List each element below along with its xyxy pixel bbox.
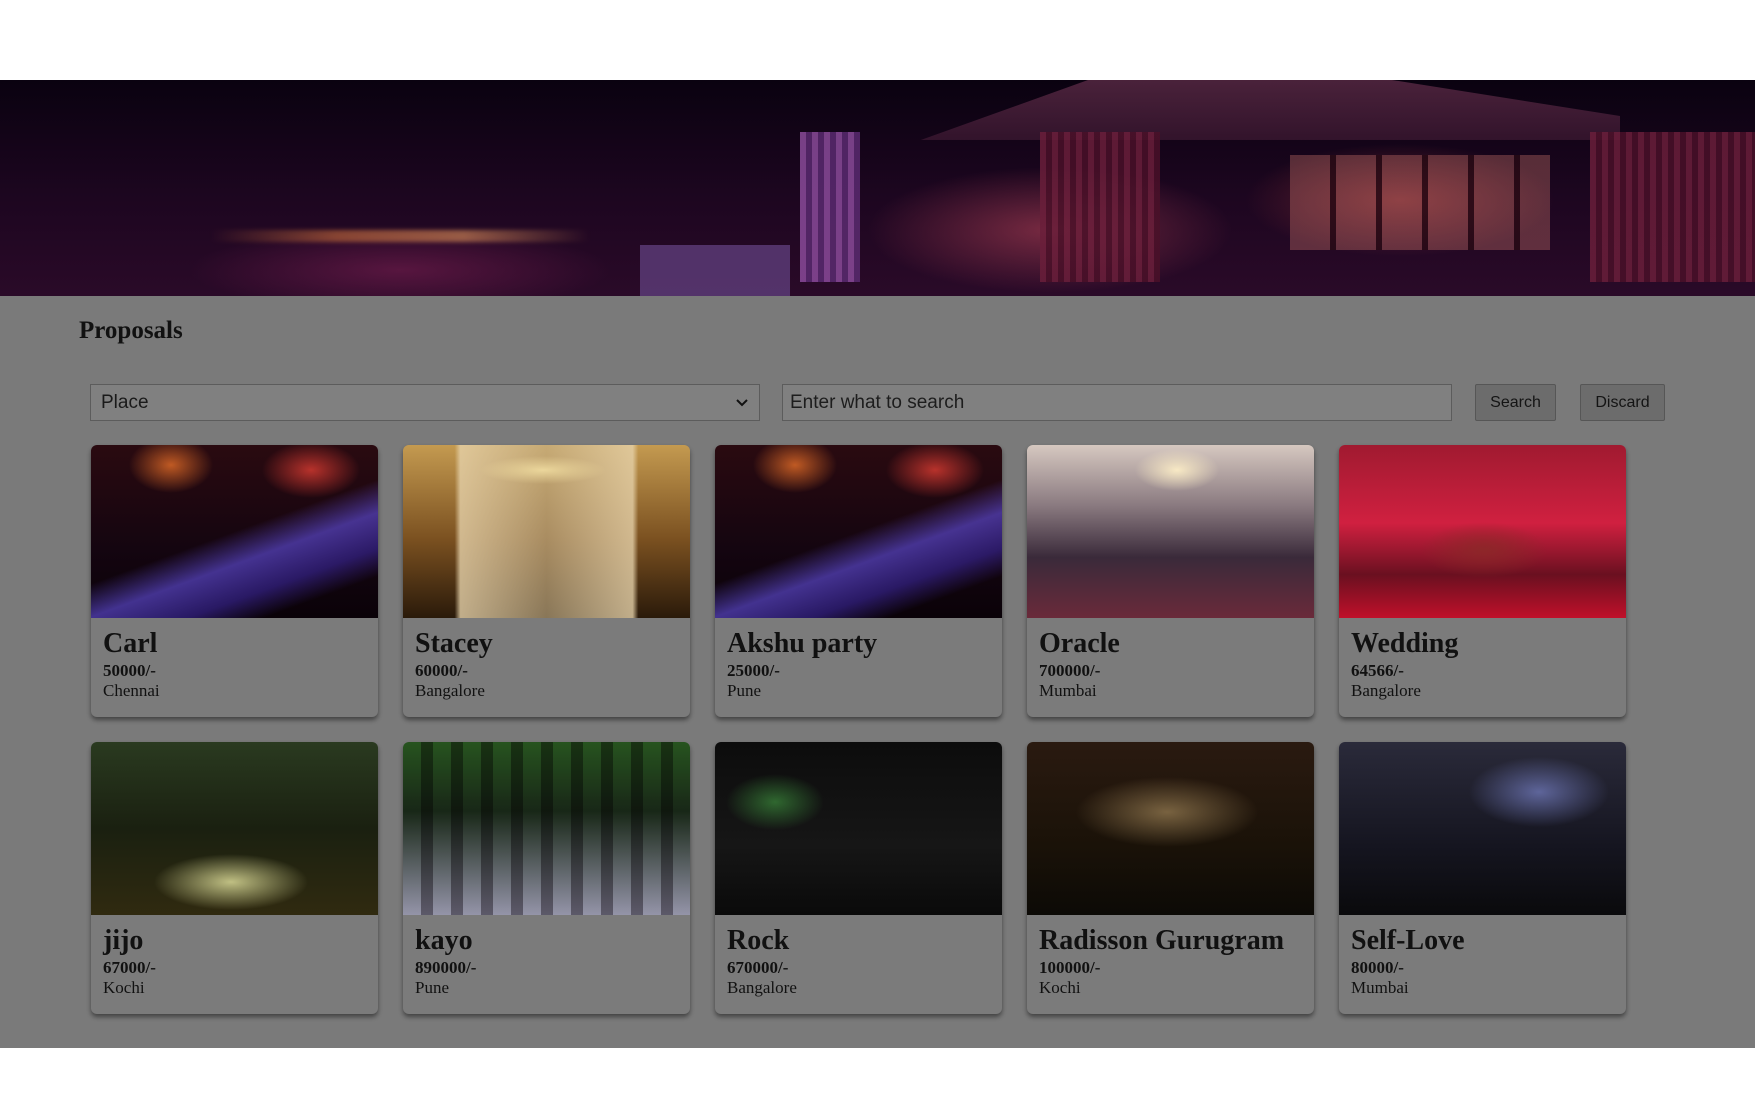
proposal-name: Rock <box>727 925 790 956</box>
proposal-card[interactable]: Oracle 700000/- Mumbai <box>1027 445 1314 717</box>
page-title: Proposals <box>79 317 183 344</box>
proposal-price: 50000/- <box>103 661 156 680</box>
proposals-page: Proposals Place Search Discard Carl 5000… <box>0 80 1755 1048</box>
proposal-image <box>91 742 378 915</box>
banner-curtain <box>1590 132 1755 282</box>
proposal-place: Mumbai <box>1351 978 1409 997</box>
proposal-place: Kochi <box>103 978 145 997</box>
proposal-price: 64566/- <box>1351 661 1404 680</box>
proposal-image <box>403 445 690 618</box>
proposal-grid: Carl 50000/- Chennai Stacey 60000/- Bang… <box>91 445 1636 1014</box>
proposal-price: 80000/- <box>1351 958 1404 977</box>
banner-light-strip <box>210 230 590 242</box>
proposal-image <box>403 742 690 915</box>
proposal-price: 890000/- <box>415 958 477 977</box>
proposal-name: kayo <box>415 925 473 956</box>
proposal-name: Stacey <box>415 628 493 659</box>
place-select[interactable]: Place <box>90 384 760 421</box>
search-button[interactable]: Search <box>1475 384 1556 421</box>
proposal-name: Self-Love <box>1351 925 1465 956</box>
proposal-place: Mumbai <box>1039 681 1097 700</box>
proposal-price: 700000/- <box>1039 661 1101 680</box>
proposal-card[interactable]: Radisson Gurugram 100000/- Kochi <box>1027 742 1314 1014</box>
proposal-image <box>1339 742 1626 915</box>
banner-image <box>0 80 1755 296</box>
banner-tent-shape <box>920 80 1620 140</box>
proposal-image <box>715 742 1002 915</box>
banner-curtain <box>1040 132 1160 282</box>
place-select-value: Place <box>101 391 149 413</box>
proposal-place: Bangalore <box>727 978 797 997</box>
proposal-name: Oracle <box>1039 628 1120 659</box>
proposal-image <box>91 445 378 618</box>
proposal-place: Pune <box>415 978 449 997</box>
proposal-place: Pune <box>727 681 761 700</box>
proposal-price: 67000/- <box>103 958 156 977</box>
banner-curtain <box>800 132 860 282</box>
proposal-card[interactable]: Stacey 60000/- Bangalore <box>403 445 690 717</box>
proposal-name: Carl <box>103 628 158 659</box>
proposal-card[interactable]: Wedding 64566/- Bangalore <box>1339 445 1626 717</box>
proposal-price: 25000/- <box>727 661 780 680</box>
proposal-place: Chennai <box>103 681 160 700</box>
banner-stage <box>640 245 790 296</box>
proposal-card[interactable]: Carl 50000/- Chennai <box>91 445 378 717</box>
proposal-price: 60000/- <box>415 661 468 680</box>
chevron-down-icon <box>735 396 749 410</box>
proposal-name: jijo <box>103 925 144 956</box>
proposal-name: Radisson Gurugram <box>1039 925 1285 956</box>
proposal-price: 100000/- <box>1039 958 1101 977</box>
proposal-image <box>715 445 1002 618</box>
proposal-card[interactable]: jijo 67000/- Kochi <box>91 742 378 1014</box>
proposal-image <box>1339 445 1626 618</box>
banner-windows <box>1290 155 1550 250</box>
proposal-card[interactable]: Rock 670000/- Bangalore <box>715 742 1002 1014</box>
proposal-name: Wedding <box>1351 628 1459 659</box>
proposal-price: 670000/- <box>727 958 789 977</box>
proposal-card[interactable]: kayo 890000/- Pune <box>403 742 690 1014</box>
search-input[interactable] <box>782 384 1452 421</box>
proposal-card[interactable]: Akshu party 25000/- Pune <box>715 445 1002 717</box>
proposal-place: Bangalore <box>1351 681 1421 700</box>
proposal-name: Akshu party <box>727 628 878 659</box>
proposal-card[interactable]: Self-Love 80000/- Mumbai <box>1339 742 1626 1014</box>
proposal-place: Bangalore <box>415 681 485 700</box>
proposal-place: Kochi <box>1039 978 1081 997</box>
discard-button[interactable]: Discard <box>1580 384 1665 421</box>
proposal-image <box>1027 445 1314 618</box>
proposal-image <box>1027 742 1314 915</box>
